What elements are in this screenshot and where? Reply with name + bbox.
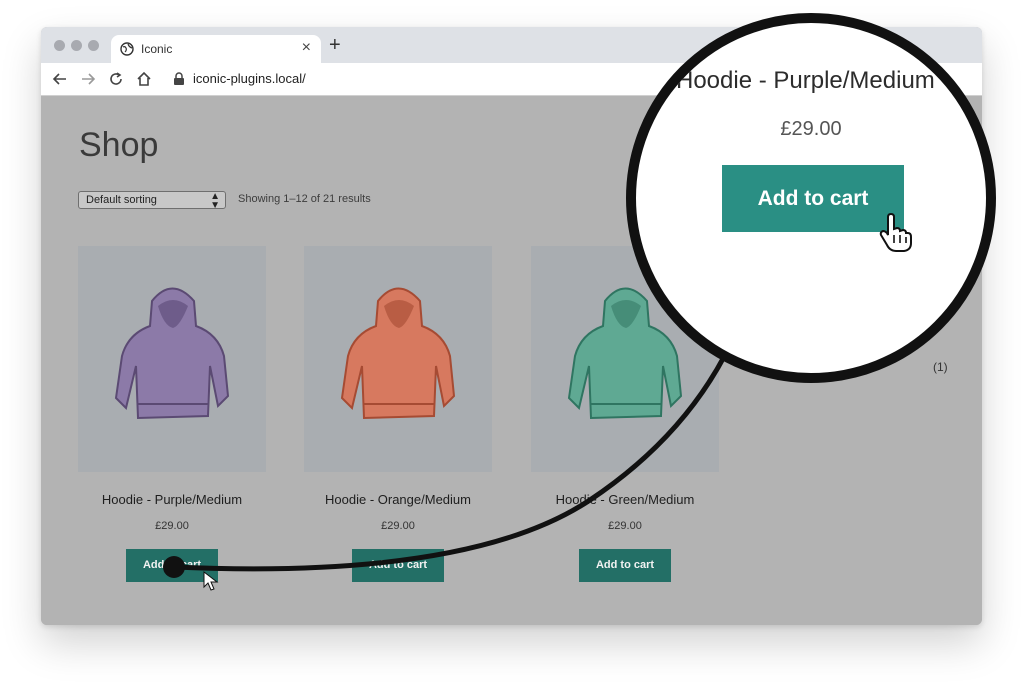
sorting-select[interactable]: Default sorting ▲ ▼	[78, 191, 226, 211]
forward-icon[interactable]	[79, 70, 97, 88]
zoom-magnifier: Hoodie - Purple/Medium £29.00 Add to car…	[626, 13, 996, 383]
select-arrows-icon: ▲ ▼	[210, 191, 220, 211]
product-price: £29.00	[381, 520, 415, 532]
url-text[interactable]: iconic-plugins.local/	[193, 71, 306, 86]
add-to-cart-button[interactable]: Add to cart	[579, 549, 671, 582]
add-to-cart-button[interactable]: Add to cart	[126, 549, 218, 582]
product-price: £29.00	[155, 520, 189, 532]
new-tab-button[interactable]: +	[329, 35, 341, 55]
product-card: Hoodie - Purple/Medium £29.00 Add to car…	[78, 246, 266, 591]
reload-icon[interactable]	[107, 70, 125, 88]
zoom-product-price: £29.00	[780, 118, 842, 140]
product-name[interactable]: Hoodie - Orange/Medium	[304, 492, 492, 507]
hand-cursor-icon	[879, 213, 912, 252]
tab-close-icon[interactable]: ×	[302, 39, 311, 57]
result-count: Showing 1–12 of 21 results	[238, 193, 371, 205]
globe-icon	[120, 42, 134, 56]
back-icon[interactable]	[51, 70, 69, 88]
window-close-dot[interactable]	[54, 40, 65, 51]
zoom-product-name: Hoodie - Purple/Medium	[676, 67, 935, 94]
window-minimize-dot[interactable]	[71, 40, 82, 51]
browser-tab[interactable]: Iconic ×	[111, 35, 321, 63]
add-to-cart-button[interactable]: Add to cart	[352, 549, 444, 582]
product-name[interactable]: Hoodie - Green/Medium	[531, 492, 719, 507]
product-name[interactable]: Hoodie - Purple/Medium	[78, 492, 266, 507]
home-icon[interactable]	[135, 70, 153, 88]
hoodie-icon	[114, 287, 230, 420]
product-card: Hoodie - Orange/Medium £29.00 Add to car…	[304, 246, 492, 591]
product-image[interactable]	[304, 246, 492, 472]
product-image[interactable]	[78, 246, 266, 472]
lock-icon	[174, 72, 184, 85]
sidebar-count: (1)	[933, 360, 948, 374]
product-price: £29.00	[608, 520, 642, 532]
hoodie-icon	[340, 287, 456, 420]
window-maximize-dot[interactable]	[88, 40, 99, 51]
page-title: Shop	[79, 126, 159, 164]
tab-title: Iconic	[141, 42, 173, 56]
sorting-selected: Default sorting	[86, 194, 157, 206]
